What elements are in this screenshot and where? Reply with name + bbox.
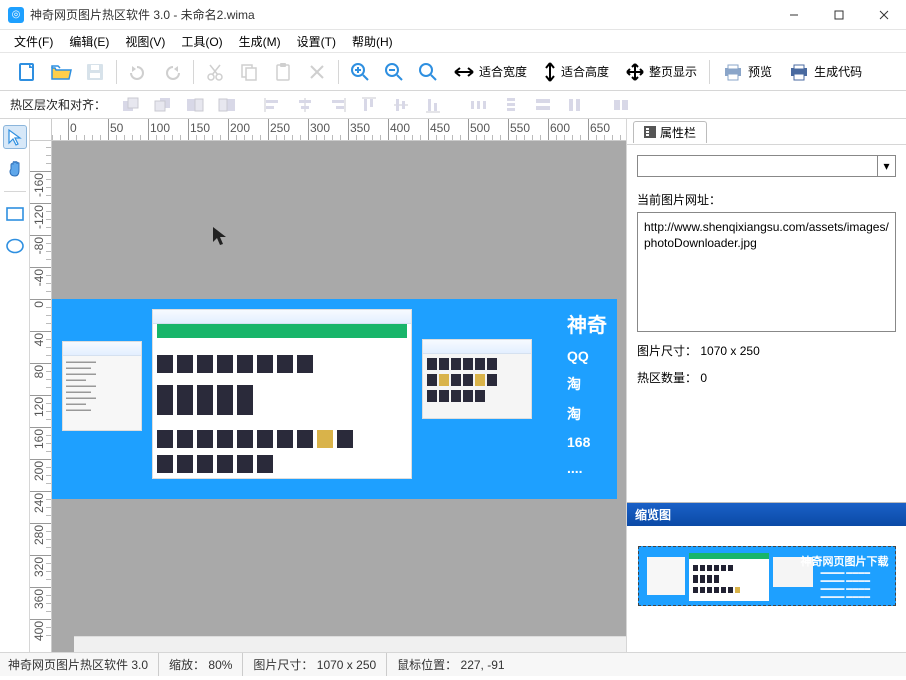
thumbnail-panel: 缩览图 神奇网页图片下载 ▬▬▬▬ ▬▬▬▬▬▬▬▬ ▬▬▬▬▬▬▬▬ ▬▬▬▬… (627, 502, 906, 652)
redo-button[interactable] (155, 57, 189, 87)
menu-edit[interactable]: 编辑(E) (61, 30, 117, 52)
menu-settings[interactable]: 设置(T) (289, 30, 344, 52)
distribute-h-button[interactable] (464, 94, 494, 116)
align-center-h-button[interactable] (290, 94, 320, 116)
menu-build[interactable]: 生成(M) (231, 30, 289, 52)
statusbar: 神奇网页图片热区软件 3.0 缩放： 80% 图片尺寸： 1070 x 250 … (0, 652, 906, 676)
delete-button[interactable] (300, 57, 334, 87)
align-left-button[interactable] (258, 94, 288, 116)
fit-height-button[interactable]: 适合高度 (535, 57, 617, 87)
hot-count-value: 0 (700, 371, 707, 385)
zoom-reset-button[interactable] (411, 57, 445, 87)
main-area: 0501001502002503003504004505005506006507… (0, 119, 906, 652)
same-width-button[interactable] (528, 94, 558, 116)
arrow-cross-icon (625, 62, 645, 82)
hotspot-select[interactable]: ▾ (637, 155, 896, 177)
cut-button[interactable] (198, 57, 232, 87)
img-size-value: 1070 x 250 (700, 344, 759, 358)
send-back-button[interactable] (148, 94, 178, 116)
tab-properties[interactable]: 属性栏 (633, 121, 707, 143)
menu-help[interactable]: 帮助(H) (344, 30, 401, 52)
same-size-button[interactable] (606, 94, 636, 116)
window-title: 神奇网页图片热区软件 3.0 - 未命名2.wima (30, 6, 255, 23)
status-app: 神奇网页图片热区软件 3.0 (8, 653, 159, 676)
panel-tabs: 属性栏 (627, 119, 906, 145)
zoom-out-button[interactable] (377, 57, 411, 87)
undo-button[interactable] (121, 57, 155, 87)
url-label: 当前图片网址： (637, 191, 896, 208)
bring-forward-button[interactable] (180, 94, 210, 116)
align-top-button[interactable] (354, 94, 384, 116)
app-icon: ◎ (8, 7, 24, 23)
align-center-v-button[interactable] (386, 94, 416, 116)
maximize-button[interactable] (816, 0, 861, 30)
align-toolbar: 热区层次和对齐： (0, 91, 906, 119)
thumbnail-image[interactable]: 神奇网页图片下载 ▬▬▬▬ ▬▬▬▬▬▬▬▬ ▬▬▬▬▬▬▬▬ ▬▬▬▬▬▬▬▬… (638, 546, 896, 606)
main-toolbar: 适合宽度 适合高度 整页显示 预览 生成代码 (0, 52, 906, 91)
save-button[interactable] (78, 57, 112, 87)
canvas-image[interactable]: ▬▬▬▬▬▬▬▬▬▬▬▬▬▬▬▬▬▬▬▬▬▬▬▬▬▬▬▬▬▬▬▬▬▬▬▬▬▬▬▬… (52, 299, 617, 499)
printer-icon (722, 63, 744, 81)
preview-button[interactable]: 预览 (714, 57, 780, 87)
select-tool[interactable] (3, 125, 27, 149)
menu-file[interactable]: 文件(F) (6, 30, 61, 52)
ruler-horizontal: 0501001502002503003504004505005506006507… (52, 119, 626, 141)
status-zoom-value: 80% (208, 658, 232, 672)
hand-tool[interactable] (3, 157, 27, 181)
distribute-v-button[interactable] (496, 94, 526, 116)
arrow-h-icon (453, 65, 475, 79)
gen-code-button[interactable]: 生成代码 (780, 57, 870, 87)
url-textbox[interactable]: http://www.shenqixiangsu.com/assets/imag… (637, 212, 896, 332)
scrollbar-horizontal[interactable] (74, 636, 626, 652)
close-button[interactable] (861, 0, 906, 30)
status-mouse-label: 鼠标位置： (397, 656, 457, 673)
cursor-icon (212, 226, 228, 246)
align-bottom-button[interactable] (418, 94, 448, 116)
canvas-viewport[interactable]: ▬▬▬▬▬▬▬▬▬▬▬▬▬▬▬▬▬▬▬▬▬▬▬▬▬▬▬▬▬▬▬▬▬▬▬▬▬▬▬▬… (52, 141, 626, 652)
minimize-button[interactable] (771, 0, 816, 30)
send-backward-button[interactable] (212, 94, 242, 116)
align-right-button[interactable] (322, 94, 352, 116)
status-size-label: 图片尺寸： (253, 656, 313, 673)
chevron-down-icon: ▾ (877, 156, 895, 176)
copy-button[interactable] (232, 57, 266, 87)
rect-tool[interactable] (3, 202, 27, 226)
new-button[interactable] (10, 57, 44, 87)
fit-page-button[interactable]: 整页显示 (617, 57, 705, 87)
ruler-corner (30, 119, 52, 141)
img-size-label: 图片尺寸： (637, 344, 697, 358)
left-toolbar (0, 119, 30, 652)
menu-view[interactable]: 视图(V) (117, 30, 173, 52)
open-button[interactable] (44, 57, 78, 87)
right-panel: 属性栏 ▾ 当前图片网址： http://www.shenqixiangsu.c… (626, 119, 906, 652)
ruler-vertical: -160-120-80-4004080120160200240280320360… (30, 141, 52, 652)
status-zoom-label: 缩放： (169, 656, 205, 673)
ellipse-tool[interactable] (3, 234, 27, 258)
menubar: 文件(F) 编辑(E) 视图(V) 工具(O) 生成(M) 设置(T) 帮助(H… (0, 30, 906, 52)
arrow-v-icon (543, 61, 557, 83)
align-label: 热区层次和对齐： (10, 96, 106, 113)
fit-width-button[interactable]: 适合宽度 (445, 57, 535, 87)
canvas-wrap: 0501001502002503003504004505005506006507… (30, 119, 626, 652)
menu-tool[interactable]: 工具(O) (173, 30, 230, 52)
bring-front-button[interactable] (116, 94, 146, 116)
zoom-in-button[interactable] (343, 57, 377, 87)
titlebar: ◎ 神奇网页图片热区软件 3.0 - 未命名2.wima (0, 0, 906, 30)
paste-button[interactable] (266, 57, 300, 87)
properties-icon (644, 126, 656, 138)
status-mouse-value: 227, -91 (461, 658, 505, 672)
same-height-button[interactable] (560, 94, 590, 116)
thumbnail-header: 缩览图 (627, 503, 906, 526)
status-size-value: 1070 x 250 (317, 658, 376, 672)
hot-count-label: 热区数量： (637, 371, 697, 385)
code-icon (788, 63, 810, 81)
